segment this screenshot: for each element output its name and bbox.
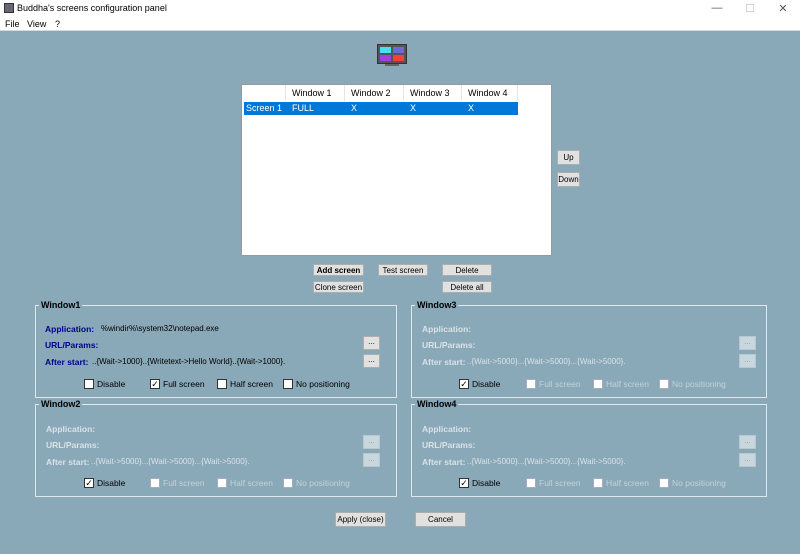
after-start-label: After start: <box>45 357 89 367</box>
cell-window3[interactable]: X <box>410 102 416 115</box>
monitor-icon <box>377 44 407 66</box>
url-label: URL/Params: <box>46 440 100 450</box>
add-screen-button[interactable]: Add screen <box>313 264 364 276</box>
full-screen-checkbox[interactable]: Full screen <box>526 379 581 389</box>
after-start-button[interactable]: ... <box>739 354 756 368</box>
group-title: Window1 <box>39 300 83 310</box>
cancel-button[interactable]: Cancel <box>415 512 466 527</box>
disable-checkbox[interactable]: ✓ Disable <box>459 478 500 488</box>
window1-group: Window1 Application: %windir%\system32\n… <box>35 300 397 398</box>
url-label: URL/Params: <box>422 440 476 450</box>
application-label: Application: <box>46 424 96 434</box>
application-label: Application: <box>422 324 472 334</box>
url-browse-button[interactable]: ... <box>363 435 380 449</box>
screens-grid[interactable]: Window 1 Window 2 Window 3 Window 4 Scre… <box>241 84 552 256</box>
url-browse-button[interactable]: ... <box>739 435 756 449</box>
full-screen-checkbox[interactable]: Full screen <box>150 478 205 488</box>
table-row[interactable]: Screen 1 FULL X X X <box>244 102 518 115</box>
no-positioning-checkbox[interactable]: No positioning <box>283 478 350 488</box>
application-label: Application: <box>45 324 95 334</box>
grid-header-corner <box>242 85 286 101</box>
window3-group: Window3 Application: URL/Params: ... Aft… <box>411 300 767 398</box>
application-label: Application: <box>422 424 472 434</box>
menu-help[interactable]: ? <box>55 19 60 29</box>
row-header: Screen 1 <box>246 103 283 113</box>
group-title: Window3 <box>415 300 459 310</box>
delete-all-button[interactable]: Delete all <box>442 281 492 293</box>
test-screen-button[interactable]: Test screen <box>378 264 428 276</box>
app-icon <box>4 3 14 13</box>
disable-checkbox[interactable]: ✓ Disable <box>459 379 500 389</box>
grid-header-window4[interactable]: Window 4 <box>462 85 518 101</box>
no-positioning-checkbox[interactable]: No positioning <box>283 379 350 389</box>
url-label: URL/Params: <box>45 340 99 350</box>
half-screen-checkbox[interactable]: Half screen <box>593 379 649 389</box>
window4-group: Window4 Application: URL/Params: ... Aft… <box>411 399 767 497</box>
url-browse-button[interactable]: ... <box>739 336 756 350</box>
no-positioning-checkbox[interactable]: No positioning <box>659 379 726 389</box>
cell-window4[interactable]: X <box>468 102 474 115</box>
after-start-value[interactable]: ..{Wait->5000}...{Wait->5000}...{Wait->5… <box>91 457 250 466</box>
after-start-value[interactable]: ..{Wait->5000}...{Wait->5000}...{Wait->5… <box>467 457 626 466</box>
group-title: Window2 <box>39 399 83 409</box>
grid-header-window1[interactable]: Window 1 <box>286 85 345 101</box>
after-start-value[interactable]: ..{Wait->5000}...{Wait->5000}...{Wait->5… <box>467 357 626 366</box>
full-screen-checkbox[interactable]: Full screen <box>526 478 581 488</box>
grid-header-window3[interactable]: Window 3 <box>404 85 462 101</box>
full-screen-checkbox[interactable]: ✓ Full screen <box>150 379 205 389</box>
window2-group: Window2 Application: URL/Params: ... Aft… <box>35 399 397 497</box>
group-title: Window4 <box>415 399 459 409</box>
no-positioning-checkbox[interactable]: No positioning <box>659 478 726 488</box>
after-start-label: After start: <box>46 457 90 467</box>
half-screen-checkbox[interactable]: Half screen <box>217 379 273 389</box>
title-bar: Buddha's screens configuration panel — ☐… <box>0 0 800 17</box>
window-title: Buddha's screens configuration panel <box>17 3 167 13</box>
application-value[interactable]: %windir%\system32\notepad.exe <box>101 324 219 333</box>
minimize-button[interactable]: — <box>707 2 727 14</box>
half-screen-checkbox[interactable]: Half screen <box>593 478 649 488</box>
disable-checkbox[interactable]: ✓ Disable <box>84 478 125 488</box>
url-label: URL/Params: <box>422 340 476 350</box>
menu-view[interactable]: View <box>27 19 46 29</box>
after-start-button[interactable]: ... <box>363 354 380 368</box>
grid-header-window2[interactable]: Window 2 <box>345 85 404 101</box>
close-button[interactable]: ✕ <box>773 2 793 15</box>
half-screen-checkbox[interactable]: Half screen <box>217 478 273 488</box>
maximize-button[interactable]: ☐ <box>740 2 760 15</box>
up-button[interactable]: Up <box>557 150 580 165</box>
url-browse-button[interactable]: ... <box>363 336 380 350</box>
down-button[interactable]: Down <box>557 172 580 187</box>
after-start-button[interactable]: ... <box>739 453 756 467</box>
after-start-label: After start: <box>422 357 466 367</box>
apply-close-button[interactable]: Apply (close) <box>335 512 386 527</box>
after-start-button[interactable]: ... <box>363 453 380 467</box>
cell-window1[interactable]: FULL <box>292 102 314 115</box>
menu-bar: File View ? <box>0 17 800 31</box>
menu-file[interactable]: File <box>5 19 20 29</box>
delete-button[interactable]: Delete <box>442 264 492 276</box>
after-start-value[interactable]: ..{Wait->1000}..{Writetext->Hello World}… <box>92 357 285 366</box>
clone-screen-button[interactable]: Clone screen <box>313 281 364 293</box>
disable-checkbox[interactable]: Disable <box>84 379 125 389</box>
after-start-label: After start: <box>422 457 466 467</box>
cell-window2[interactable]: X <box>351 102 357 115</box>
